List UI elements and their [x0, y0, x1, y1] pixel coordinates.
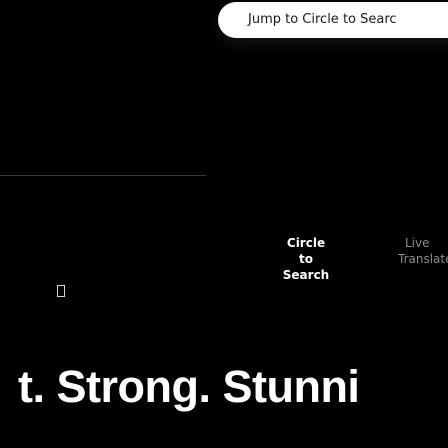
phone-screen: Jump to Circle to Searc Circle to Search… [0, 0, 448, 448]
search-suggestion-pill[interactable]: Jump to Circle to Searc [218, 2, 448, 38]
divider-line [0, 175, 206, 176]
mode-circle-to-search[interactable]: Circle to Search [279, 235, 333, 283]
headline: t. Strong. Stunni [18, 361, 360, 412]
mode-translate[interactable]: Translate [398, 251, 448, 267]
mode-circle-to-search-line2: Search [282, 268, 330, 282]
mode-circle-to-search-line1: Circle to [286, 236, 326, 266]
mode-live[interactable]: Live [405, 235, 430, 251]
square-icon [57, 285, 65, 297]
search-suggestion-text: Jump to Circle to Searc [248, 12, 397, 27]
